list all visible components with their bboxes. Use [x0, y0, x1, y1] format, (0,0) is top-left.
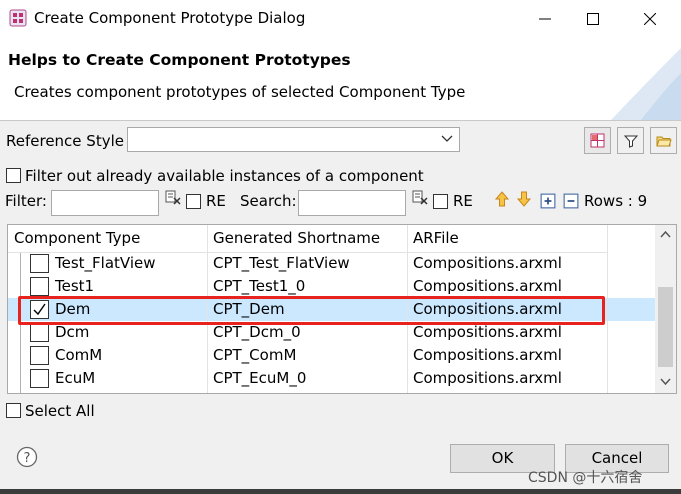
reference-style-label: Reference Style	[6, 132, 124, 150]
search-regex-checkbox[interactable]	[433, 194, 448, 209]
column-header-component-type[interactable]: Component Type	[8, 225, 207, 252]
window-title: Create Component Prototype Dialog	[34, 9, 306, 27]
filter-regex-checkbox[interactable]	[186, 194, 201, 209]
vertical-scrollbar[interactable]	[655, 225, 676, 393]
collapse-all-icon[interactable]	[563, 193, 579, 209]
shortname-cell: CPT_Test1_0	[213, 277, 306, 295]
search-regex-label: RE	[453, 192, 473, 210]
row-checkbox[interactable]	[30, 369, 49, 388]
maximize-button[interactable]	[570, 0, 616, 38]
rows-count: Rows : 9	[584, 192, 648, 210]
row-checkbox[interactable]	[30, 277, 49, 296]
funnel-icon	[623, 135, 638, 148]
selected-row-highlight	[18, 296, 605, 325]
select-all-checkbox[interactable]	[6, 403, 21, 418]
column-header-generated-shortname[interactable]: Generated Shortname	[207, 225, 407, 252]
search-label: Search:	[240, 192, 297, 210]
open-folder-button[interactable]	[650, 127, 677, 154]
header-title: Helps to Create Component Prototypes	[8, 51, 351, 69]
arfile-cell: Compositions.arxml	[413, 369, 562, 387]
expand-all-icon[interactable]	[540, 193, 556, 209]
minimize-button[interactable]	[522, 0, 568, 38]
component-type-cell: Test_FlatView	[55, 254, 156, 272]
grid-button[interactable]	[584, 127, 611, 154]
column-divider	[607, 225, 608, 393]
column-header-arfile[interactable]: ARFile	[407, 225, 607, 252]
svg-text:?: ?	[24, 451, 31, 466]
grid-icon	[590, 133, 605, 148]
component-type-cell: EcuM	[55, 369, 96, 387]
table-row[interactable]: Test_FlatView CPT_Test_FlatView Composit…	[8, 252, 656, 275]
minimize-icon	[539, 18, 551, 20]
shortname-cell: CPT_Test_FlatView	[213, 254, 350, 272]
shortname-cell: CPT_ComM	[213, 346, 297, 364]
banner-decoration	[611, 48, 681, 120]
close-button[interactable]	[627, 0, 673, 38]
filter-existing-label: Filter out already available instances o…	[25, 167, 424, 185]
app-icon	[9, 9, 27, 27]
table-row[interactable]: Test1 CPT_Test1_0 Compositions.arxml	[8, 275, 656, 298]
arrow-up-icon[interactable]	[494, 191, 510, 207]
row-checkbox[interactable]	[30, 323, 49, 342]
scrollbar-thumb[interactable]	[658, 287, 673, 367]
arrow-down-icon[interactable]	[516, 191, 532, 207]
clear-filter-icon[interactable]	[165, 189, 181, 205]
watermark: CSDN @十六宿舍	[528, 470, 643, 486]
dialog-header: Helps to Create Component Prototypes Cre…	[0, 38, 681, 120]
search-input[interactable]	[298, 190, 406, 216]
chevron-down-icon	[441, 135, 453, 142]
filter-label: Filter:	[5, 192, 47, 210]
dialog-content: Reference Style Filter out already avail…	[0, 121, 681, 494]
bottom-edge	[0, 489, 681, 494]
title-bar: Create Component Prototype Dialog	[0, 0, 681, 38]
filter-regex-label: RE	[206, 192, 226, 210]
select-all-label: Select All	[25, 402, 95, 420]
table-row[interactable]: EcuM CPT_EcuM_0 Compositions.arxml	[8, 367, 656, 390]
arfile-cell: Compositions.arxml	[413, 277, 562, 295]
arfile-cell: Compositions.arxml	[413, 254, 562, 272]
reference-style-select[interactable]	[127, 127, 460, 152]
arfile-cell: Compositions.arxml	[413, 346, 562, 364]
filter-button[interactable]	[617, 127, 644, 154]
help-icon[interactable]: ?	[16, 446, 38, 468]
maximize-icon	[587, 13, 599, 25]
filter-existing-checkbox[interactable]	[6, 168, 21, 183]
component-table: Component Type Generated Shortname ARFil…	[7, 224, 677, 394]
header-description: Creates component prototypes of selected…	[14, 83, 466, 101]
component-type-cell: Test1	[55, 277, 95, 295]
filter-input[interactable]	[51, 190, 159, 216]
folder-icon	[655, 136, 672, 146]
close-icon	[644, 13, 656, 25]
scroll-up-icon[interactable]	[655, 227, 676, 243]
scroll-down-icon[interactable]	[655, 373, 676, 389]
row-checkbox[interactable]	[30, 346, 49, 365]
table-row[interactable]: ComM CPT_ComM Compositions.arxml	[8, 344, 656, 367]
row-checkbox[interactable]	[30, 254, 49, 273]
shortname-cell: CPT_EcuM_0	[213, 369, 307, 387]
clear-search-icon[interactable]	[412, 189, 428, 205]
component-type-cell: ComM	[55, 346, 103, 364]
